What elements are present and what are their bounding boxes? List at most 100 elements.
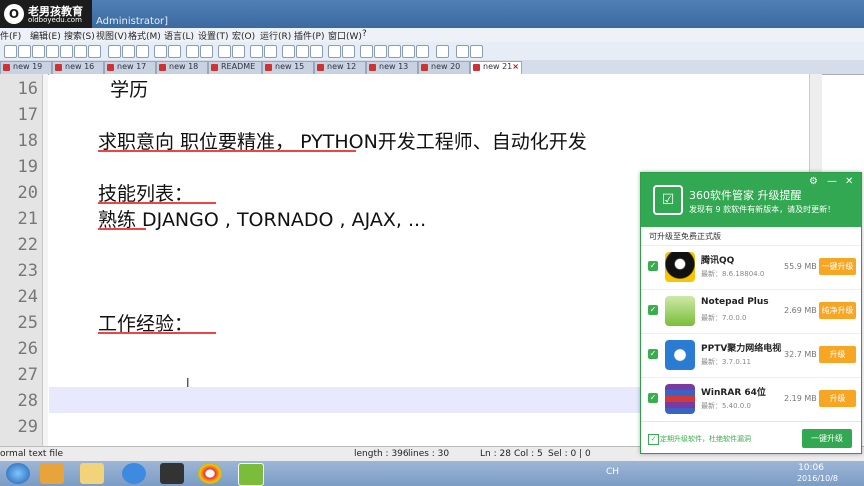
- replace-icon[interactable]: [200, 45, 213, 58]
- toolbar: [0, 42, 864, 61]
- lang-icon[interactable]: [328, 45, 341, 58]
- menu-settings[interactable]: 设置(T): [198, 29, 229, 42]
- line-number: 20: [17, 183, 38, 203]
- explorer-folder-icon[interactable]: [80, 463, 104, 484]
- tab-new-18[interactable]: new 18: [156, 61, 208, 75]
- tab-new-12[interactable]: new 12: [314, 61, 366, 75]
- menu-language[interactable]: 语言(L): [164, 29, 194, 42]
- stop-macro-icon[interactable]: [374, 45, 387, 58]
- tab-new-16[interactable]: new 16: [52, 61, 104, 75]
- close-all-icon[interactable]: [74, 45, 87, 58]
- unsaved-file-icon: [3, 64, 10, 71]
- update-item-notepad-plus: ✓ Notepad Plus 最新：7.0.0.0 2.69 MB 纯净升级: [641, 289, 861, 334]
- find-icon[interactable]: [186, 45, 199, 58]
- tab-new-19[interactable]: new 19: [0, 61, 52, 75]
- clean-upgrade-button[interactable]: 纯净升级: [819, 302, 856, 319]
- unsaved-file-icon: [317, 64, 324, 71]
- taskbar: CH 10:06 2016/10/8: [0, 461, 864, 486]
- wrap-icon[interactable]: [282, 45, 295, 58]
- upgrade-button[interactable]: 一键升级: [819, 258, 856, 275]
- update-item-pptv: ✓ PPTV聚力网络电视 最新：3.7.0.11 32.7 MB 升级: [641, 333, 861, 378]
- menu-window[interactable]: 窗口(W): [328, 29, 362, 42]
- abc-icon[interactable]: [456, 45, 469, 58]
- play-multi-icon[interactable]: [402, 45, 415, 58]
- spell-squiggle: [98, 150, 356, 152]
- indent-guide-icon[interactable]: [310, 45, 323, 58]
- menu-plugins[interactable]: 插件(P): [294, 29, 324, 42]
- mouse-ibeam-cursor: I: [186, 376, 190, 390]
- auto-upgrade-label: 定期升级软件，杜绝软件漏洞: [660, 435, 751, 443]
- close-icon[interactable]: ✕: [845, 176, 853, 187]
- checkbox[interactable]: ✓: [648, 349, 658, 359]
- close-icon[interactable]: [60, 45, 73, 58]
- app-name: 腾讯QQ: [701, 256, 735, 266]
- menu-help[interactable]: ?: [362, 29, 367, 39]
- zoom-in-icon[interactable]: [218, 45, 231, 58]
- all-chars-icon[interactable]: [296, 45, 309, 58]
- sync-h-icon[interactable]: [264, 45, 277, 58]
- minimize-icon[interactable]: —: [827, 176, 837, 187]
- menu-macro[interactable]: 宏(O): [232, 29, 255, 42]
- save-macro-icon[interactable]: [416, 45, 429, 58]
- line-number: 26: [17, 339, 38, 359]
- tab-readme[interactable]: README: [208, 61, 262, 75]
- redo-icon[interactable]: [168, 45, 181, 58]
- unsaved-file-icon: [265, 64, 272, 71]
- app-version: 最新：8.6.18804.0: [701, 270, 765, 278]
- copy-icon[interactable]: [122, 45, 135, 58]
- notepad-plus-icon[interactable]: [238, 463, 264, 486]
- print-icon[interactable]: [88, 45, 101, 58]
- start-button-icon[interactable]: [6, 463, 30, 484]
- upgrade-all-button[interactable]: 一键升级: [802, 429, 852, 448]
- checkbox[interactable]: ✓: [648, 261, 658, 271]
- menu-format[interactable]: 格式(M): [128, 29, 161, 42]
- tab-new-17[interactable]: new 17: [104, 61, 156, 75]
- zoom-out-icon[interactable]: [232, 45, 245, 58]
- menu-edit[interactable]: 编辑(E): [30, 29, 61, 42]
- cut-icon[interactable]: [108, 45, 121, 58]
- tab-new-15[interactable]: new 15: [262, 61, 314, 75]
- media-app-icon[interactable]: [160, 463, 184, 484]
- record-macro-icon[interactable]: [360, 45, 373, 58]
- play-macro-icon[interactable]: [388, 45, 401, 58]
- windows-flag-icon[interactable]: [40, 463, 64, 484]
- upgrade-button[interactable]: 升级: [819, 390, 856, 407]
- menu-search[interactable]: 搜索(S): [64, 29, 95, 42]
- close-tab-icon[interactable]: ×: [512, 62, 519, 71]
- app-size: 2.69 MB: [784, 306, 817, 315]
- undo-icon[interactable]: [154, 45, 167, 58]
- settings-gear-icon[interactable]: ⚙: [809, 176, 818, 187]
- status-ln: Ln : 28: [480, 449, 511, 459]
- app-version: 最新：7.0.0.0: [701, 314, 747, 322]
- tab-new-21[interactable]: new 21 ×: [470, 61, 522, 75]
- status-filetype: ormal text file: [0, 449, 64, 459]
- tab-new-20[interactable]: new 20: [418, 61, 470, 75]
- unsaved-file-icon: [55, 64, 62, 71]
- input-language[interactable]: CH: [606, 467, 619, 477]
- upgrade-button[interactable]: 升级: [819, 346, 856, 363]
- title-bar: O 老男孩教育 oldboyedu.com Administrator]: [0, 0, 864, 28]
- auto-upgrade-checkbox[interactable]: ✓: [648, 434, 659, 445]
- new-file-icon[interactable]: [4, 45, 17, 58]
- tab-new-13[interactable]: new 13: [366, 61, 418, 75]
- menu-run[interactable]: 运行(R): [260, 29, 291, 42]
- pptv-icon: [665, 340, 695, 370]
- save-icon[interactable]: [32, 45, 45, 58]
- app-name: PPTV聚力网络电视: [701, 344, 782, 354]
- menu-view[interactable]: 视图(V): [96, 29, 127, 42]
- chrome-icon[interactable]: [198, 463, 222, 484]
- checkbox[interactable]: ✓: [648, 393, 658, 403]
- spell-squiggle: [98, 202, 216, 204]
- paste-icon[interactable]: [136, 45, 149, 58]
- menu-file[interactable]: 件(F): [0, 29, 21, 42]
- checkbox[interactable]: ✓: [648, 305, 658, 315]
- winrar-books-icon: [665, 384, 695, 414]
- app-size: 32.7 MB: [784, 350, 817, 359]
- sync-v-icon[interactable]: [250, 45, 263, 58]
- spellcheck-icon[interactable]: [436, 45, 449, 58]
- save-all-icon[interactable]: [46, 45, 59, 58]
- folder-icon[interactable]: [470, 45, 483, 58]
- doc-map-icon[interactable]: [342, 45, 355, 58]
- open-file-icon[interactable]: [18, 45, 31, 58]
- ie-browser-icon[interactable]: [122, 463, 146, 484]
